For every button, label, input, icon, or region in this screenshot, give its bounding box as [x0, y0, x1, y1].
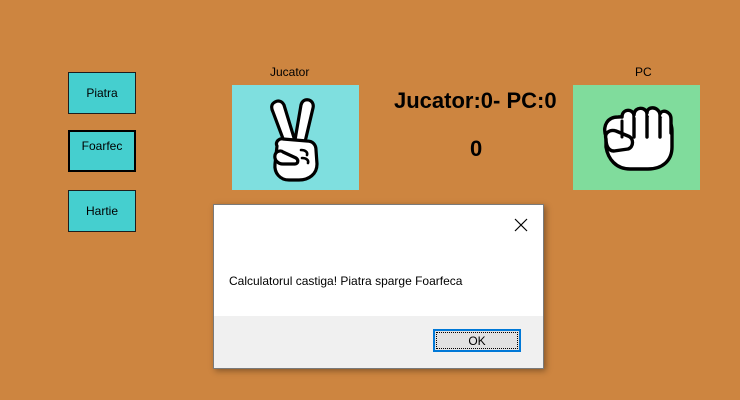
ok-button[interactable]: OK	[433, 329, 521, 352]
rock-fist-icon	[602, 105, 674, 171]
score-display: Jucator:0- PC:0	[394, 88, 557, 113]
player-hand-panel	[232, 85, 359, 190]
dialog-message: Calculatorul castiga! Piatra sparge Foar…	[229, 274, 463, 288]
round-counter: 0	[470, 136, 483, 161]
pc-hand-panel	[573, 85, 700, 190]
message-dialog: Calculatorul castiga! Piatra sparge Foar…	[213, 204, 544, 369]
close-icon[interactable]	[509, 213, 533, 237]
pc-label: PC	[635, 65, 652, 79]
scissors-button[interactable]: Foarfec	[68, 130, 136, 172]
dialog-footer: OK	[214, 316, 543, 368]
player-label: Jucator	[270, 65, 310, 79]
rock-button[interactable]: Piatra	[68, 72, 136, 114]
paper-button[interactable]: Hartie	[68, 190, 136, 232]
scissors-hand-icon	[269, 97, 319, 182]
